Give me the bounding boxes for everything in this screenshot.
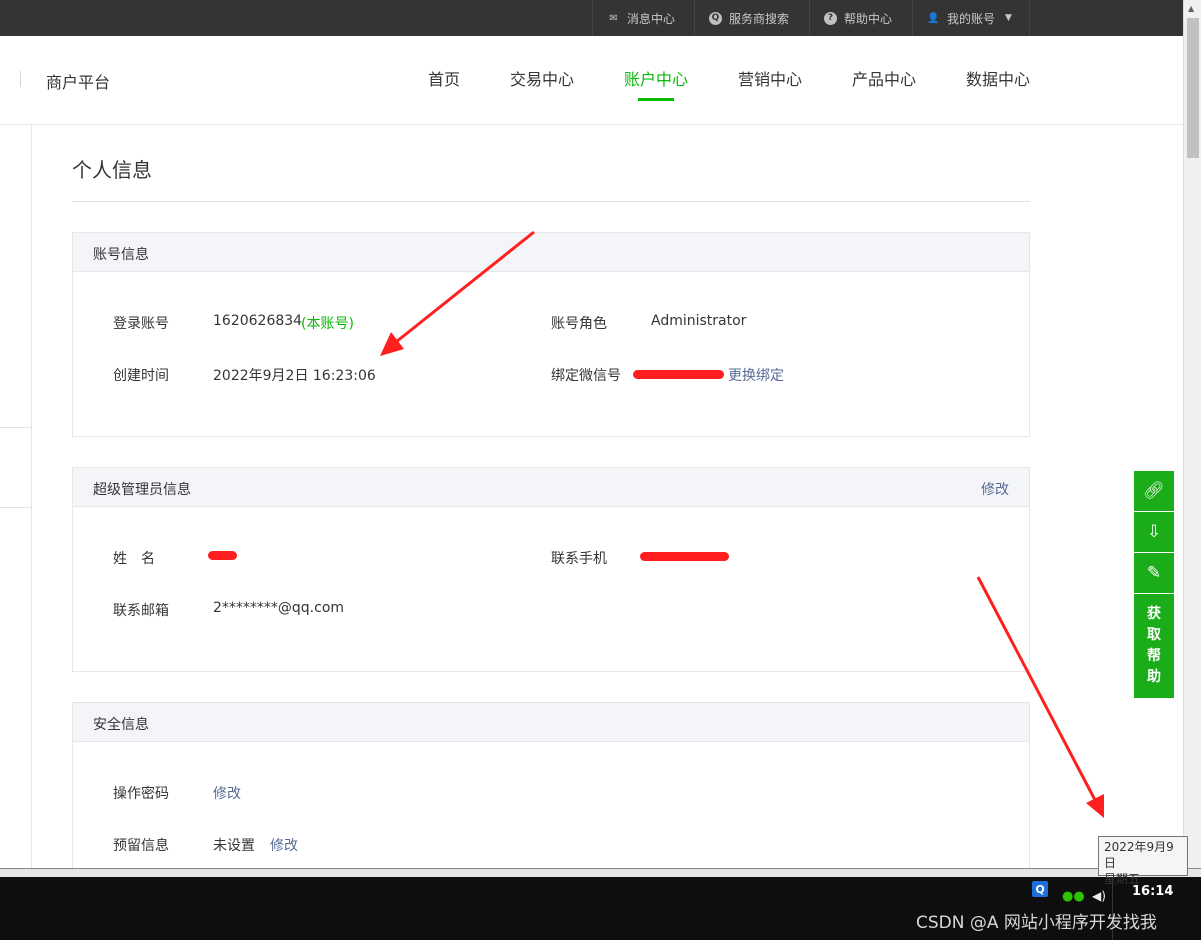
mail-icon: ✉ <box>609 12 618 24</box>
question-icon: ? <box>824 11 837 25</box>
edit-icon: ✎ <box>1146 563 1162 583</box>
top-utility-bar: ✉ 消息中心 Q 服务商搜索 ? 帮助中心 👤 我的账号 ▼ <box>0 0 1183 36</box>
account-info-header: 账号信息 <box>73 233 1029 272</box>
redaction-mark <box>640 552 729 561</box>
account-info-title: 账号信息 <box>93 247 149 263</box>
link-tool-button[interactable]: 🔗︎ <box>1134 471 1174 511</box>
admin-edit-link[interactable]: 修改 <box>981 479 1009 499</box>
operation-password-label: 操作密码 <box>113 786 169 802</box>
login-account-value: 1620626834 <box>213 313 303 329</box>
brand-divider <box>20 71 21 87</box>
contact-phone-label: 联系手机 <box>551 551 607 567</box>
account-role-value: Administrator <box>651 313 747 329</box>
reserved-info-value: 未设置 <box>213 838 255 854</box>
message-center-link[interactable]: ✉ 消息中心 <box>592 0 675 36</box>
wechat-tray-icon[interactable]: ●● <box>1062 889 1085 904</box>
chevron-down-icon: ▼ <box>1005 13 1012 23</box>
provider-search-link[interactable]: Q 服务商搜索 <box>694 0 789 36</box>
help-center-link[interactable]: ? 帮助中心 <box>809 0 892 36</box>
redaction-mark <box>633 370 724 379</box>
get-help-button[interactable]: 获 取 帮 助 <box>1134 594 1174 698</box>
brand-title[interactable]: 商户平台 <box>46 69 110 93</box>
current-account-tag: (本账号) <box>301 316 354 332</box>
get-help-char: 助 <box>1147 669 1161 685</box>
admin-info-title: 超级管理员信息 <box>93 482 191 498</box>
operation-password-edit-link[interactable]: 修改 <box>213 783 241 803</box>
scroll-up-icon[interactable]: ▲ <box>1188 4 1194 13</box>
tooltip-date: 2022年9月9日 <box>1104 840 1174 870</box>
sidebar-divider <box>0 427 32 428</box>
nav-home[interactable]: 首页 <box>428 66 460 90</box>
get-help-char: 取 <box>1147 627 1161 643</box>
get-help-char: 获 <box>1147 606 1161 622</box>
security-info-header: 安全信息 <box>73 703 1029 742</box>
admin-info-header: 超级管理员信息 修改 <box>73 468 1029 507</box>
account-info-panel: 账号信息 <box>72 232 1030 437</box>
login-account-label: 登录账号 <box>113 316 169 332</box>
message-center-label: 消息中心 <box>627 11 676 26</box>
vertical-scrollbar[interactable]: ▲ <box>1183 0 1201 868</box>
name-label: 姓 名 <box>113 551 155 567</box>
nav-data[interactable]: 数据中心 <box>966 66 1030 90</box>
tooltip-weekday: 星期五 <box>1104 872 1141 886</box>
nav-transactions[interactable]: 交易中心 <box>510 66 574 90</box>
main-header: 商户平台 首页 交易中心 账户中心 营销中心 产品中心 数据中心 <box>0 36 1183 125</box>
download-tool-button[interactable]: ⇩ <box>1134 512 1174 552</box>
user-icon: 👤 <box>927 12 940 24</box>
link-icon: 🔗︎ <box>1143 481 1165 501</box>
download-icon: ⇩ <box>1146 522 1162 542</box>
nav-account-center[interactable]: 账户中心 <box>624 66 688 90</box>
account-role-label: 账号角色 <box>551 316 607 332</box>
title-divider <box>72 201 1030 202</box>
qq-tray-icon[interactable]: Q <box>1032 881 1048 897</box>
scrollbar-thumb[interactable] <box>1187 18 1199 158</box>
security-info-title: 安全信息 <box>93 717 149 733</box>
page-title: 个人信息 <box>72 158 152 182</box>
csdn-watermark: CSDN @A 网站小程序开发找我 <box>916 913 1157 933</box>
reserved-info-label: 预留信息 <box>113 838 169 854</box>
nav-products[interactable]: 产品中心 <box>852 66 916 90</box>
bound-wechat-label: 绑定微信号 <box>551 368 621 384</box>
created-time-value: 2022年9月2日 16:23:06 <box>213 368 376 384</box>
created-time-label: 创建时间 <box>113 368 169 384</box>
contact-email-label: 联系邮箱 <box>113 603 169 619</box>
sidebar-divider <box>0 507 32 508</box>
help-center-label: 帮助中心 <box>844 11 893 26</box>
sidebar <box>0 125 32 868</box>
horizontal-scrollbar[interactable] <box>0 868 1201 877</box>
my-account-label: 我的账号 <box>947 11 996 26</box>
volume-icon[interactable]: ◀) <box>1092 889 1106 903</box>
nav-marketing[interactable]: 营销中心 <box>738 66 802 90</box>
my-account-dropdown[interactable]: 👤 我的账号 ▼ <box>912 0 1030 36</box>
reserved-info-edit-link[interactable]: 修改 <box>270 835 298 855</box>
change-binding-link[interactable]: 更换绑定 <box>728 365 784 385</box>
date-tooltip: 2022年9月9日 星期五 <box>1098 836 1188 886</box>
provider-search-label: 服务商搜索 <box>729 11 790 26</box>
nav-active-indicator <box>638 98 674 101</box>
redaction-mark <box>208 551 237 560</box>
contact-email-value: 2********@qq.com <box>213 600 345 616</box>
admin-info-panel: 超级管理员信息 修改 <box>72 467 1030 672</box>
feedback-tool-button[interactable]: ✎ <box>1134 553 1174 593</box>
get-help-char: 帮 <box>1147 648 1161 664</box>
search-icon: Q <box>709 11 722 25</box>
